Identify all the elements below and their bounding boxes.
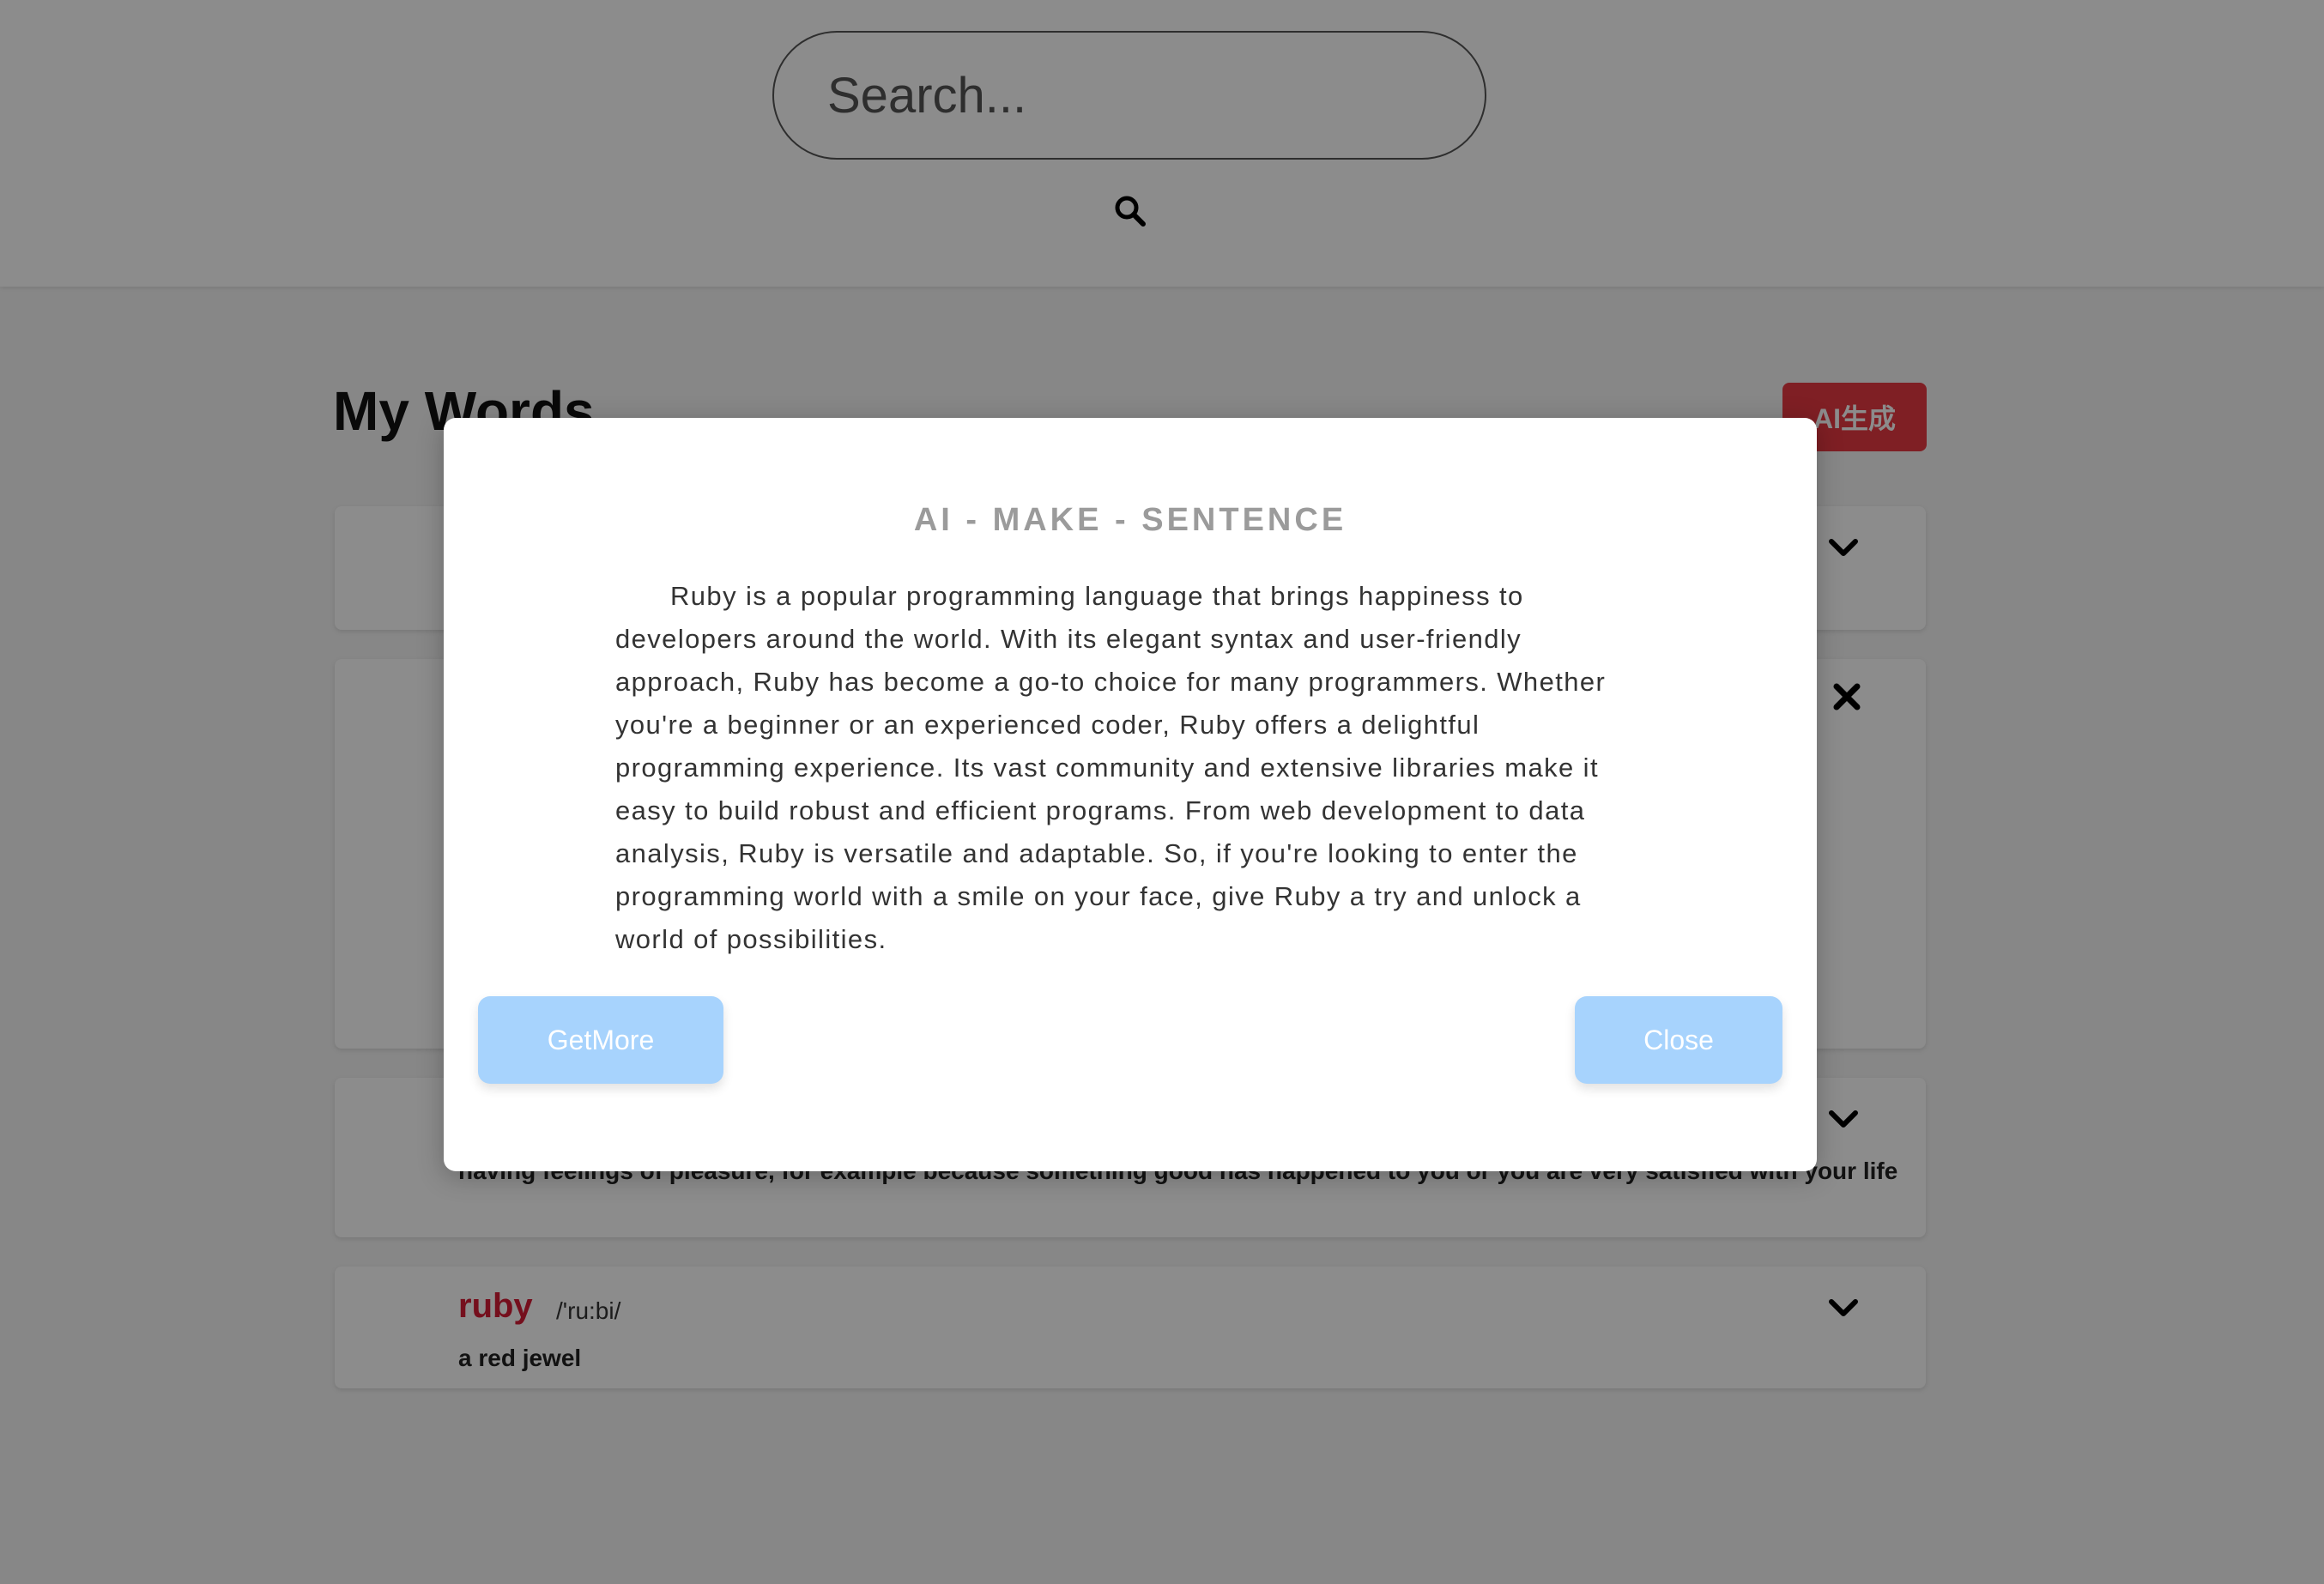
ai-sentence-modal: AI - MAKE - SENTENCE Ruby is a popular p… bbox=[444, 418, 1817, 1171]
modal-body-text: Ruby is a popular programming language t… bbox=[615, 581, 1607, 954]
modal-title: AI - MAKE - SENTENCE bbox=[913, 502, 1347, 538]
get-more-button[interactable]: GetMore bbox=[478, 996, 723, 1084]
close-button[interactable]: Close bbox=[1575, 996, 1782, 1084]
